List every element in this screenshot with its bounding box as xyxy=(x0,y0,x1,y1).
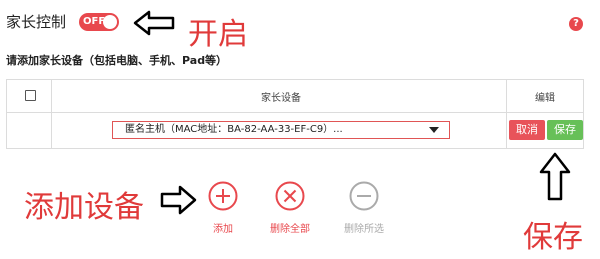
parent-device-table: 家长设备 编辑 匿名主机（MAC地址：BA-82-AA-33-EF-C9）...… xyxy=(6,79,584,149)
minus-circle-icon xyxy=(349,181,379,211)
help-icon[interactable]: ? xyxy=(569,17,583,31)
annotation-arrow-left-icon xyxy=(133,10,175,36)
column-header-edit: 编辑 xyxy=(535,93,555,104)
save-button[interactable]: 保存 xyxy=(547,120,583,140)
plus-circle-icon xyxy=(208,181,238,211)
annotation-enable: 开启 xyxy=(188,17,248,52)
parental-control-toggle[interactable]: OFF xyxy=(79,13,119,31)
cancel-button[interactable]: 取消 xyxy=(509,120,545,140)
toggle-knob xyxy=(103,15,117,29)
delete-all-button[interactable]: 删除全部 xyxy=(262,181,318,235)
annotation-save: 保存 xyxy=(523,220,583,255)
annotation-arrow-right-icon xyxy=(160,185,197,215)
chevron-down-icon xyxy=(429,127,439,133)
delete-selected-label: 删除所选 xyxy=(344,224,384,235)
column-header-device: 家长设备 xyxy=(261,93,301,104)
device-select-value: 匿名主机（MAC地址：BA-82-AA-33-EF-C9）... xyxy=(125,124,343,135)
annotation-add-device: 添加设备 xyxy=(24,190,144,225)
x-circle-icon xyxy=(275,181,305,211)
select-all-checkbox[interactable] xyxy=(25,90,36,101)
instruction-text: 请添加家长设备（包括电脑、手机、Pad等） xyxy=(6,54,228,67)
toggle-state-label: OFF xyxy=(83,16,106,27)
delete-selected-button[interactable]: 删除所选 xyxy=(336,181,392,235)
add-label: 添加 xyxy=(213,224,233,235)
add-button[interactable]: 添加 xyxy=(203,181,243,235)
device-select[interactable]: 匿名主机（MAC地址：BA-82-AA-33-EF-C9）... xyxy=(112,121,450,139)
delete-all-label: 删除全部 xyxy=(270,224,310,235)
page-title: 家长控制 xyxy=(6,13,67,31)
annotation-arrow-up-icon xyxy=(539,152,571,201)
